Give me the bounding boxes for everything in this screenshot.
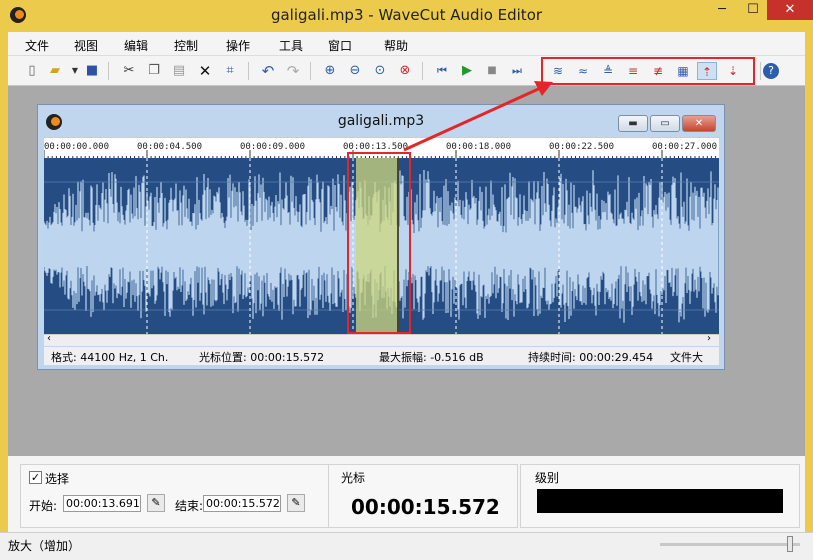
stop-icon[interactable]: ■ bbox=[483, 62, 501, 80]
cut-icon[interactable]: ✂ bbox=[120, 62, 138, 80]
level-panel-title: 级别 bbox=[535, 471, 560, 485]
ruler-tick-label: 00:00:18.000 bbox=[446, 142, 512, 152]
child-minimize-button[interactable]: ▬ bbox=[618, 115, 648, 132]
scroll-right-icon[interactable]: › bbox=[707, 333, 711, 344]
app-status-bar: 放大（增加） bbox=[0, 532, 813, 560]
maximize-button[interactable]: ☐ bbox=[739, 0, 767, 20]
fade-out-wave-icon[interactable]: ⇣ bbox=[724, 62, 742, 80]
help-icon[interactable]: ? bbox=[763, 63, 779, 79]
toolbar-separator bbox=[760, 62, 761, 80]
selection-label: 选择 bbox=[45, 472, 70, 486]
cursor-group: 光标 00:00:15.572 bbox=[328, 464, 518, 528]
close-button[interactable]: ✕ bbox=[767, 0, 813, 20]
toolbar-separator bbox=[422, 62, 423, 80]
zoom-slider-handle[interactable] bbox=[787, 536, 793, 552]
open-dropdown-icon[interactable]: ▼ bbox=[66, 62, 84, 80]
cursor-panel-title: 光标 bbox=[341, 471, 366, 485]
zoom-slider-track[interactable] bbox=[660, 543, 800, 546]
silence-wave-icon[interactable]: ≡ bbox=[624, 62, 642, 80]
ruler-tick-label: 00:00:04.500 bbox=[137, 142, 203, 152]
menu-edit[interactable]: 编辑 bbox=[124, 37, 148, 54]
zoom-out-icon[interactable]: ⊖ bbox=[346, 62, 364, 80]
selection-checkbox[interactable]: ✓ bbox=[29, 471, 42, 484]
normalize-wave-icon[interactable]: ≈ bbox=[574, 62, 592, 80]
undo-icon[interactable]: ↶ bbox=[259, 62, 277, 80]
fade-wave-icon[interactable]: ≜ bbox=[599, 62, 617, 80]
status-duration: 持续时间: 00:00:29.454 bbox=[528, 351, 654, 364]
ruler-tick-label: 00:00:27.000 bbox=[652, 142, 718, 152]
toolbar: ▯ ▰ ▼ ■ ✂ ❐ ▤ ✕ ⌗ ↶ ↷ ⊕ ⊖ ⊙ ⊗ ⏮ ▶ ■ ⏭ ≋ … bbox=[8, 56, 805, 86]
delete-icon[interactable]: ✕ bbox=[196, 62, 214, 80]
ruler-tick-label: 00:00:22.500 bbox=[549, 142, 615, 152]
menu-tools[interactable]: 工具 bbox=[279, 37, 303, 54]
document-status-bar: 格式: 44100 Hz, 1 Ch. 光标位置: 00:00:15.572 最… bbox=[44, 347, 719, 365]
menu-bar: 文件 视图 编辑 控制 操作 工具 窗口 帮助 bbox=[8, 32, 805, 56]
start-label: 开始: bbox=[29, 499, 58, 513]
menu-control[interactable]: 控制 bbox=[174, 37, 198, 54]
noise-wave-icon[interactable]: ≢ bbox=[649, 62, 667, 80]
status-hint: 放大（增加） bbox=[8, 539, 81, 553]
toolbar-separator bbox=[108, 62, 109, 80]
toolbar-separator bbox=[310, 62, 311, 80]
echo-wave-icon[interactable]: ▦ bbox=[674, 62, 692, 80]
menu-operation[interactable]: 操作 bbox=[226, 37, 250, 54]
start-time-input[interactable]: 00:00:13.691 bbox=[63, 495, 141, 512]
start-pin-icon[interactable]: ✎ bbox=[147, 494, 165, 512]
cursor-time-display: 00:00:15.572 bbox=[351, 495, 500, 519]
menu-window[interactable]: 窗口 bbox=[328, 37, 352, 54]
child-close-button[interactable]: ✕ bbox=[682, 115, 716, 132]
level-group: 级别 bbox=[520, 464, 800, 528]
selection-highlight-box bbox=[347, 152, 411, 334]
zoom-in-icon[interactable]: ⊕ bbox=[321, 62, 339, 80]
amplify-wave-icon[interactable]: ≋ bbox=[549, 62, 567, 80]
fade-in-wave-icon[interactable]: ⇡ bbox=[697, 62, 717, 80]
menu-file[interactable]: 文件 bbox=[25, 37, 49, 54]
open-folder-icon[interactable]: ▰ bbox=[46, 62, 64, 80]
level-meter bbox=[537, 489, 783, 513]
play-icon[interactable]: ▶ bbox=[458, 62, 476, 80]
go-start-icon[interactable]: ⏮ bbox=[433, 62, 451, 80]
go-end-icon[interactable]: ⏭ bbox=[508, 62, 526, 80]
copy-icon[interactable]: ❐ bbox=[145, 62, 163, 80]
new-file-icon[interactable]: ▯ bbox=[23, 62, 41, 80]
app-title: galigali.mp3 - WaveCut Audio Editor bbox=[270, 6, 543, 24]
paste-icon[interactable]: ▤ bbox=[170, 62, 188, 80]
toolbar-separator bbox=[248, 62, 249, 80]
status-file-size: 文件大 bbox=[670, 351, 703, 364]
scroll-left-icon[interactable]: ‹ bbox=[47, 333, 51, 344]
bottom-panel: ✓ 选择 开始: 00:00:13.691 ✎ 结束: 00:00:15.572… bbox=[8, 456, 805, 532]
selection-group: ✓ 选择 开始: 00:00:13.691 ✎ 结束: 00:00:15.572… bbox=[20, 464, 330, 528]
horizontal-scrollbar[interactable]: ‹ › bbox=[44, 333, 719, 346]
child-maximize-button[interactable]: ▭ bbox=[650, 115, 680, 132]
status-format: 格式: 44100 Hz, 1 Ch. bbox=[51, 351, 169, 364]
title-bar: galigali.mp3 - WaveCut Audio Editor ─ ☐ … bbox=[0, 0, 813, 32]
end-time-input[interactable]: 00:00:15.572 bbox=[203, 495, 281, 512]
ruler-tick-label: 00:00:09.000 bbox=[240, 142, 306, 152]
ruler-tick-label: 00:00:00.000 bbox=[44, 142, 110, 152]
menu-help[interactable]: 帮助 bbox=[384, 37, 408, 54]
crop-icon[interactable]: ⌗ bbox=[221, 62, 239, 80]
status-peak-amplitude: 最大振幅: -0.516 dB bbox=[379, 351, 484, 364]
zoom-selection-icon[interactable]: ⊙ bbox=[371, 62, 389, 80]
ruler-tick-label: 00:00:13.500 bbox=[343, 142, 409, 152]
zoom-all-icon[interactable]: ⊗ bbox=[396, 62, 414, 80]
status-cursor-position: 光标位置: 00:00:15.572 bbox=[199, 351, 325, 364]
end-label: 结束: bbox=[175, 499, 204, 513]
save-icon[interactable]: ■ bbox=[83, 62, 101, 80]
redo-icon[interactable]: ↷ bbox=[284, 62, 302, 80]
end-pin-icon[interactable]: ✎ bbox=[287, 494, 305, 512]
menu-view[interactable]: 视图 bbox=[74, 37, 98, 54]
minimize-button[interactable]: ─ bbox=[705, 0, 739, 20]
